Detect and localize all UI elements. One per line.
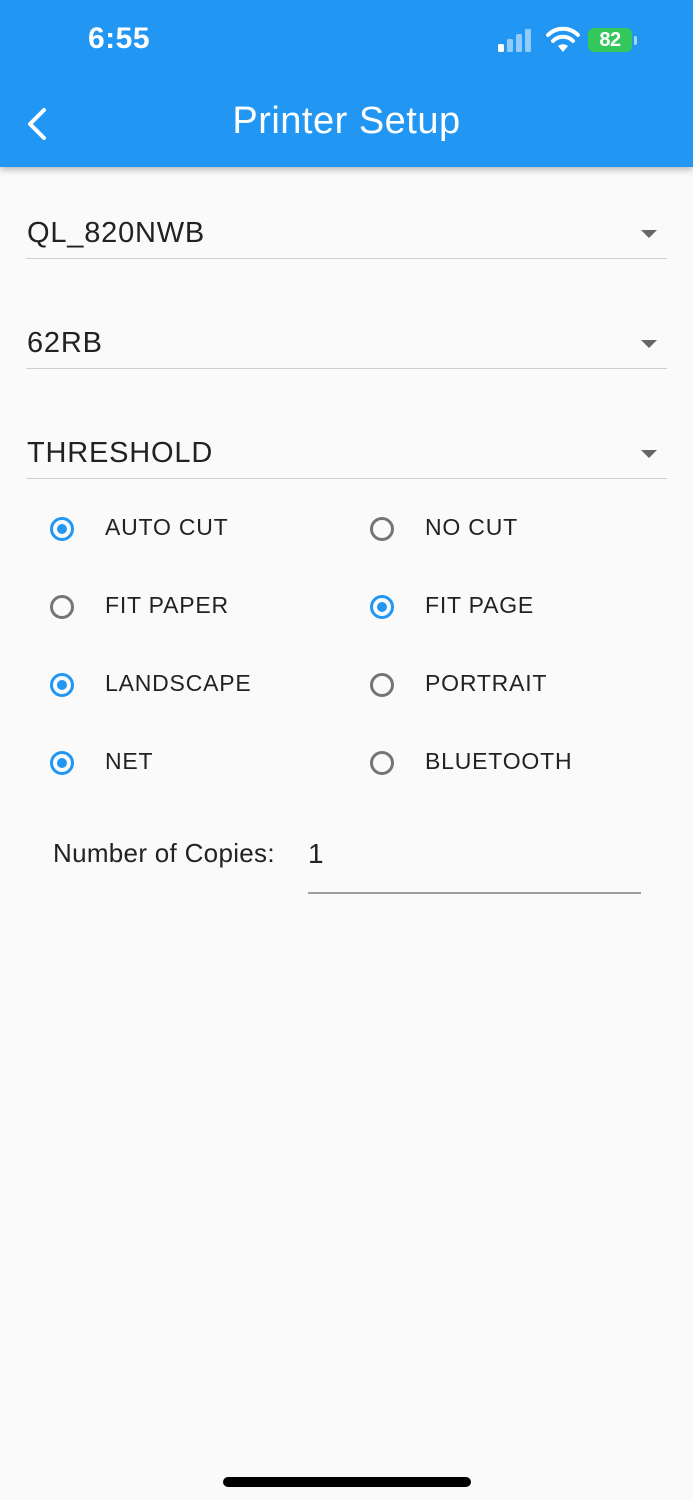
radio-button[interactable] (370, 595, 394, 619)
radio-button[interactable] (50, 751, 74, 775)
copies-input[interactable]: 1 (308, 830, 641, 894)
copies-value: 1 (308, 838, 324, 869)
radio-fit-page[interactable]: FIT PAGE (370, 584, 670, 634)
battery-tip (634, 36, 637, 45)
radio-button[interactable] (50, 517, 74, 541)
signal-icon (498, 29, 531, 52)
label-size-value: 62RB (27, 327, 103, 359)
orientation-option-row: LANDSCAPE PORTRAIT (50, 662, 670, 712)
radio-portrait[interactable]: PORTRAIT (370, 662, 670, 712)
radio-label: BLUETOOTH (425, 748, 573, 774)
radio-label: AUTO CUT (105, 514, 229, 540)
radio-button[interactable] (50, 595, 74, 619)
print-mode-value: THRESHOLD (27, 437, 214, 469)
radio-label: FIT PAPER (105, 592, 229, 618)
radio-label: LANDSCAPE (105, 670, 252, 696)
status-time: 6:55 (88, 22, 151, 55)
label-size-dropdown[interactable]: 62RB (26, 306, 667, 369)
radio-button[interactable] (370, 517, 394, 541)
radio-bluetooth[interactable]: BLUETOOTH (370, 740, 670, 790)
radio-label: FIT PAGE (425, 592, 535, 618)
radio-button[interactable] (370, 673, 394, 697)
caret-down-icon (641, 450, 657, 458)
radio-label: PORTRAIT (425, 670, 548, 696)
battery-icon: 82 (588, 28, 637, 54)
wifi-icon (546, 26, 580, 52)
page-title: Printer Setup (232, 100, 461, 142)
fit-option-row: FIT PAPER FIT PAGE (50, 584, 670, 634)
caret-down-icon (641, 230, 657, 238)
caret-down-icon (641, 340, 657, 348)
home-indicator (223, 1477, 471, 1487)
copies-label: Number of Copies: (53, 838, 275, 868)
app-bar: 6:55 82 Printer Setup (0, 0, 693, 167)
print-mode-dropdown[interactable]: THRESHOLD (26, 416, 667, 479)
printer-model-value: QL_820NWB (27, 217, 206, 249)
battery-level: 82 (588, 28, 632, 52)
radio-landscape[interactable]: LANDSCAPE (50, 662, 350, 712)
radio-auto-cut[interactable]: AUTO CUT (50, 506, 350, 556)
radio-label: NET (105, 748, 154, 774)
printer-model-dropdown[interactable]: QL_820NWB (26, 196, 667, 259)
cut-option-row: AUTO CUT NO CUT (50, 506, 670, 556)
radio-net[interactable]: NET (50, 740, 350, 790)
radio-button[interactable] (50, 673, 74, 697)
radio-button[interactable] (370, 751, 394, 775)
radio-no-cut[interactable]: NO CUT (370, 506, 670, 556)
radio-fit-paper[interactable]: FIT PAPER (50, 584, 350, 634)
connection-option-row: NET BLUETOOTH (50, 740, 670, 790)
radio-label: NO CUT (425, 514, 518, 540)
